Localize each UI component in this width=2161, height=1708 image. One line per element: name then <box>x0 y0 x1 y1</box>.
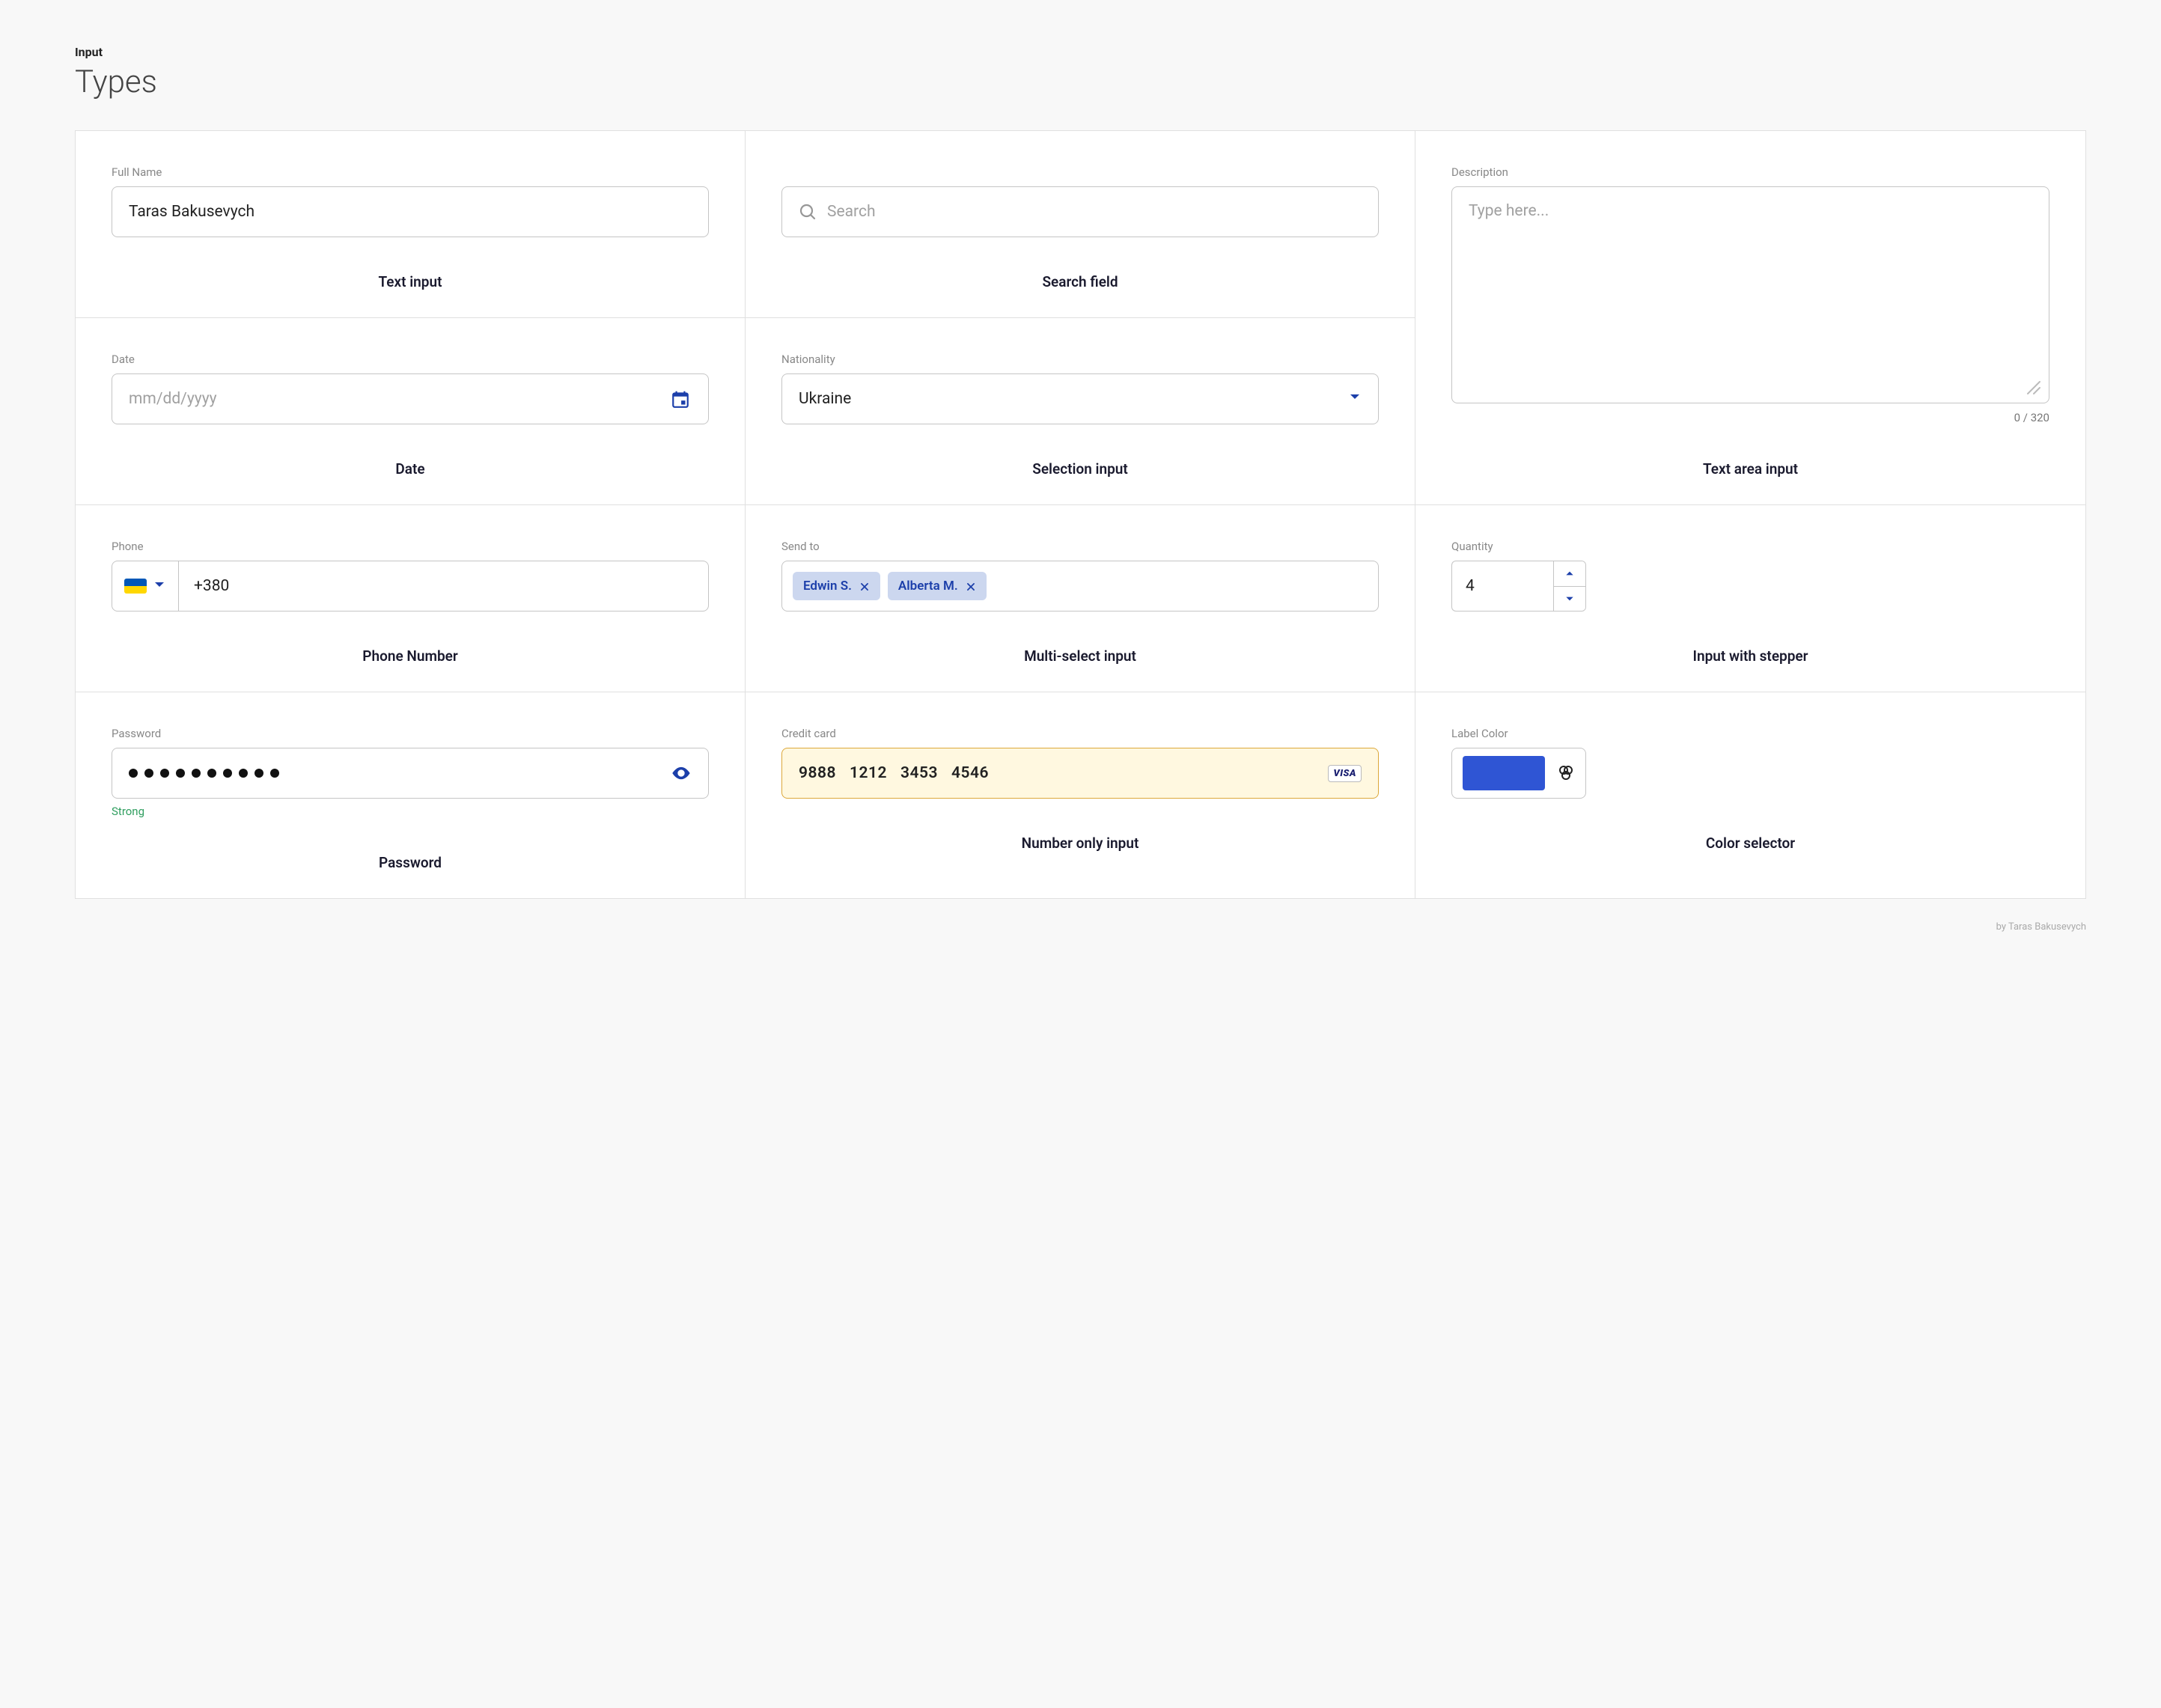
show-password-button[interactable] <box>671 763 692 784</box>
sendto-multiselect[interactable]: Edwin S. Alberta M. <box>781 561 1379 611</box>
phone-label: Phone <box>112 540 709 553</box>
color-selector[interactable] <box>1451 748 1586 799</box>
full-name-label: Full Name <box>112 165 709 179</box>
nationality-value: Ukraine <box>799 390 851 408</box>
creditcard-caption: Number only input <box>781 835 1379 852</box>
resize-handle-icon[interactable] <box>2023 377 2041 395</box>
phone-input[interactable]: +380 <box>112 561 709 611</box>
quantity-input[interactable]: 4 <box>1451 561 1553 611</box>
description-counter: 0 / 320 <box>1451 411 2049 424</box>
cell-creditcard: Credit card 9888 1212 3453 4546 VISA Number… <box>746 692 1415 898</box>
cell-password: Password Strong Password <box>76 692 746 898</box>
cc-group: 1212 <box>850 764 887 782</box>
cell-multiselect: Send to Edwin S. Alberta M. Multi-select … <box>746 505 1415 692</box>
select-caption: Selection input <box>781 460 1379 478</box>
cell-textarea: Description Type here... 0 / 320 Text ar… <box>1415 131 2085 505</box>
password-dot <box>176 769 185 778</box>
credit-line: by Taras Bakusevych <box>75 921 2086 933</box>
date-input[interactable]: mm/dd/yyyy <box>112 373 709 424</box>
password-dot <box>270 769 279 778</box>
cell-select: Nationality Ukraine Selection input <box>746 318 1415 505</box>
calendar-icon[interactable] <box>669 388 692 410</box>
section-overline: Input <box>75 45 2086 59</box>
password-dot <box>254 769 263 778</box>
cc-group: 9888 <box>799 764 836 782</box>
password-dot <box>144 769 153 778</box>
password-dot <box>160 769 169 778</box>
creditcard-label: Credit card <box>781 727 1379 740</box>
visa-badge-icon: VISA <box>1328 765 1362 782</box>
chip-remove-button[interactable] <box>966 581 976 591</box>
date-placeholder: mm/dd/yyyy <box>129 390 217 408</box>
password-dot <box>192 769 201 778</box>
chip: Alberta M. <box>888 572 987 600</box>
password-dot <box>239 769 248 778</box>
text-input-caption: Text input <box>112 273 709 290</box>
quantity-value: 4 <box>1466 577 1475 595</box>
phone-value[interactable]: +380 <box>179 561 708 611</box>
description-textarea[interactable]: Type here... <box>1451 186 2049 403</box>
stepper-down-button[interactable] <box>1554 587 1585 611</box>
cell-search-field: Search Search field <box>746 131 1415 318</box>
sendto-label: Send to <box>781 540 1379 553</box>
chevron-down-icon <box>153 578 166 594</box>
color-caption: Color selector <box>1451 835 2049 852</box>
chip-label: Edwin S. <box>803 579 852 594</box>
chip: Edwin S. <box>793 572 880 600</box>
cell-phone: Phone +380 Phone Number <box>76 505 746 692</box>
cc-group: 3453 <box>900 764 938 782</box>
password-dot <box>129 769 138 778</box>
section-title: Types <box>75 64 2086 100</box>
stepper-caption: Input with stepper <box>1451 647 2049 665</box>
caret-down-icon <box>1564 595 1575 603</box>
creditcard-value: 9888 1212 3453 4546 <box>799 764 989 782</box>
cell-date: Date mm/dd/yyyy Date <box>76 318 746 505</box>
chevron-down-icon <box>1348 390 1362 408</box>
country-code-selector[interactable] <box>112 561 179 611</box>
search-spacer <box>781 165 1379 179</box>
cell-stepper: Quantity 4 Input with stepper <box>1415 505 2085 692</box>
chip-label: Alberta M. <box>898 579 958 594</box>
chip-remove-button[interactable] <box>859 581 870 591</box>
color-swatch <box>1463 756 1545 790</box>
phone-caption: Phone Number <box>112 647 709 665</box>
cell-text-input: Full Name Taras Bakusevych Text input <box>76 131 746 318</box>
cell-color: Label Color Color selector <box>1415 692 2085 898</box>
quantity-label: Quantity <box>1451 540 2049 553</box>
caret-up-icon <box>1564 570 1575 577</box>
password-input[interactable] <box>112 748 709 799</box>
eye-icon <box>671 763 692 784</box>
search-caption: Search field <box>781 273 1379 290</box>
password-caption: Password <box>112 854 709 871</box>
password-label: Password <box>112 727 709 740</box>
search-input[interactable]: Search <box>781 186 1379 237</box>
password-strength: Strong <box>112 805 709 818</box>
input-types-grid: Full Name Taras Bakusevych Text input Se… <box>75 130 2086 899</box>
password-dot <box>207 769 216 778</box>
search-placeholder: Search <box>827 203 876 221</box>
description-placeholder: Type here... <box>1469 202 1549 220</box>
multiselect-caption: Multi-select input <box>781 647 1379 665</box>
nationality-select[interactable]: Ukraine <box>781 373 1379 424</box>
search-icon <box>799 203 817 221</box>
password-masked-value <box>129 769 279 778</box>
nationality-label: Nationality <box>781 353 1379 366</box>
creditcard-input[interactable]: 9888 1212 3453 4546 VISA <box>781 748 1379 799</box>
flag-ukraine-icon <box>124 579 147 594</box>
description-label: Description <box>1451 165 2049 179</box>
password-dot <box>223 769 232 778</box>
date-label: Date <box>112 353 709 366</box>
cc-group: 4546 <box>951 764 989 782</box>
stepper-up-button[interactable] <box>1554 561 1585 587</box>
date-caption: Date <box>112 460 709 478</box>
full-name-input[interactable]: Taras Bakusevych <box>112 186 709 237</box>
full-name-value: Taras Bakusevych <box>129 203 254 221</box>
labelcolor-label: Label Color <box>1451 727 2049 740</box>
textarea-caption: Text area input <box>1451 460 2049 478</box>
color-picker-icon[interactable] <box>1557 764 1575 782</box>
